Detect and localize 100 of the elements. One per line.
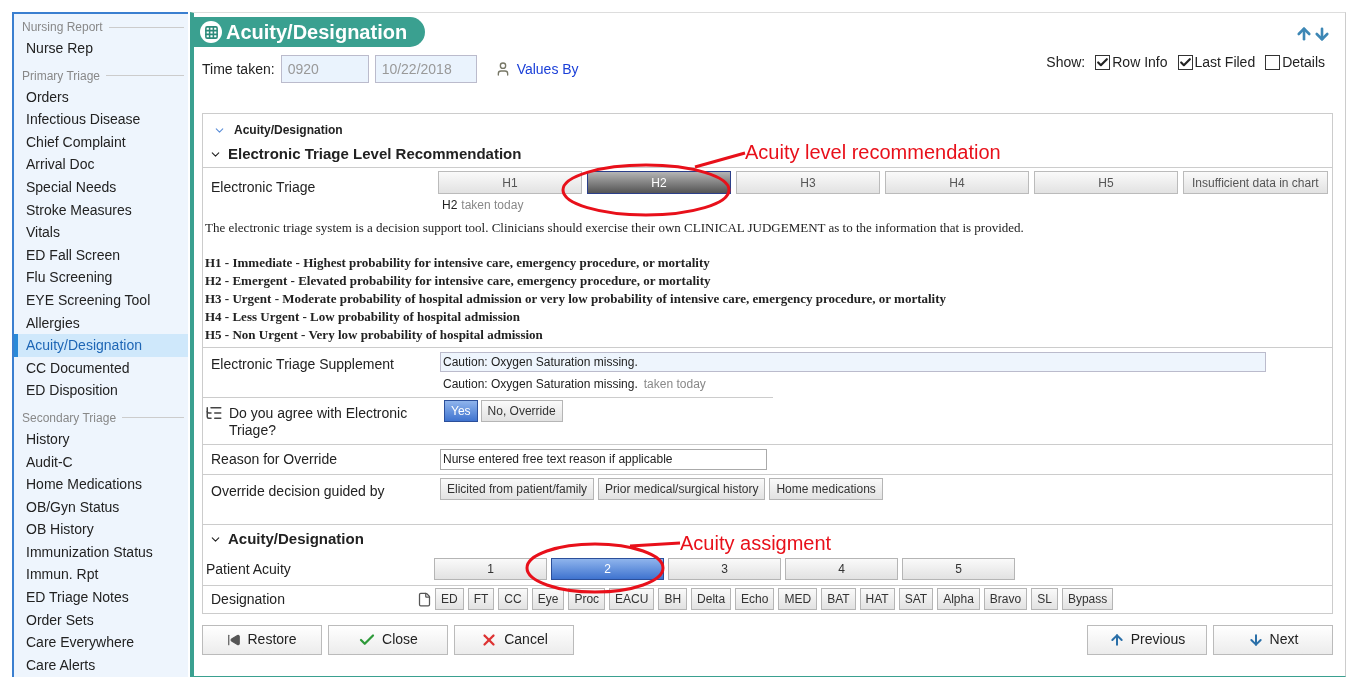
sidebar-item[interactable]: Allergies bbox=[14, 311, 188, 335]
option-button[interactable]: Home medications bbox=[769, 477, 883, 500]
option-button[interactable]: Delta bbox=[691, 588, 732, 610]
result-note: taken today bbox=[461, 197, 524, 214]
reason-field[interactable]: Nurse entered free text reason if applicable bbox=[440, 448, 767, 470]
sidebar-item[interactable]: Order Sets bbox=[14, 608, 188, 632]
triage-level-button[interactable]: H3 bbox=[736, 171, 880, 194]
sidebar-item[interactable]: Chief Complaint bbox=[14, 130, 188, 154]
option-button[interactable]: Alpha bbox=[937, 588, 980, 610]
option-button[interactable]: Elicited from patient/family bbox=[440, 477, 595, 500]
option-button[interactable]: BAT bbox=[821, 588, 856, 610]
option-button[interactable]: 4 bbox=[785, 558, 898, 580]
option-button[interactable]: SL bbox=[1031, 588, 1058, 610]
triage-level-button[interactable]: H1 bbox=[438, 171, 582, 194]
option-button[interactable]: 1 bbox=[434, 558, 547, 580]
sidebar-item[interactable]: Vitals bbox=[14, 221, 188, 244]
checkbox-label: Row Info bbox=[1112, 52, 1168, 72]
footer-button[interactable]: Close bbox=[328, 624, 448, 655]
sidebar-item[interactable]: CC Documented bbox=[14, 356, 188, 380]
arrow-down-icon[interactable] bbox=[1313, 25, 1331, 43]
leader-line bbox=[694, 151, 746, 169]
checkbox-label: Last Filed bbox=[1194, 52, 1256, 72]
option-button[interactable]: ED bbox=[435, 588, 464, 610]
triage-level-description: H3 - Urgent - Moderate probability of hospital admission or very low probability of intensive care, emergency procedure, or mortality bbox=[205, 289, 948, 308]
option-button[interactable]: BH bbox=[658, 588, 688, 610]
sidebar-item[interactable]: Acuity/Designation bbox=[14, 334, 188, 357]
values-by-link[interactable]: Values By bbox=[516, 58, 579, 80]
footer-button[interactable]: Restore bbox=[202, 624, 322, 655]
sidebar-item[interactable]: Nurse Rep bbox=[14, 37, 188, 60]
disclaimer-text: The electronic triage system is a decision support tool. Clinicians should exercise their own CLINICAL JUDGEMENT as to the information that is provided. bbox=[205, 219, 1025, 237]
row-label: Electronic Triage bbox=[211, 178, 317, 197]
sidebar-item[interactable]: Care Alerts bbox=[14, 653, 188, 677]
document-icon[interactable] bbox=[417, 591, 432, 607]
row-label: Reason for Override bbox=[211, 449, 339, 469]
row-label: Patient Acuity bbox=[206, 559, 292, 579]
triage-level-description: H2 - Emergent - Elevated probability for intensive care, emergency procedure, or mortality bbox=[205, 271, 712, 290]
triage-level-button[interactable]: H5 bbox=[1034, 171, 1178, 194]
sidebar-item[interactable]: Infectious Disease bbox=[14, 108, 188, 131]
sidebar-item[interactable]: Home Medications bbox=[14, 473, 188, 496]
option-button[interactable]: CC bbox=[498, 588, 528, 610]
checkbox-label: Details bbox=[1282, 52, 1325, 72]
sidebar-item[interactable]: OB History bbox=[14, 518, 188, 541]
sidebar-item[interactable]: Immunization Status bbox=[14, 540, 188, 564]
sidebar-item[interactable]: Flu Screening bbox=[14, 266, 188, 289]
option-button[interactable]: Eye bbox=[531, 588, 565, 610]
supplement-result: Caution: Oxygen Saturation missing. bbox=[443, 375, 638, 393]
sidebar-item[interactable]: Immun. Rpt bbox=[14, 563, 188, 587]
option-button[interactable]: 3 bbox=[668, 558, 781, 580]
triage-level-description: H1 - Immediate - Highest probability for intensive care, emergency procedure, or mortality bbox=[205, 253, 711, 272]
sidebar-item[interactable]: EYE Screening Tool bbox=[14, 288, 188, 312]
footer-button[interactable]: Previous bbox=[1087, 624, 1207, 655]
time-taken-label: Time taken: bbox=[202, 59, 275, 79]
option-button[interactable]: Bravo bbox=[983, 588, 1028, 610]
checkbox[interactable] bbox=[1177, 54, 1193, 70]
sidebar-item[interactable]: ED Triage Notes bbox=[14, 586, 188, 609]
sidebar-item[interactable]: Care Everywhere bbox=[14, 631, 188, 654]
section-heading: Electronic Triage Level Recommendation bbox=[228, 144, 522, 165]
option-button[interactable]: EACU bbox=[609, 588, 655, 610]
result-value: H2 bbox=[442, 197, 458, 214]
result-note: taken today bbox=[643, 375, 706, 393]
sidebar-item[interactable]: ED Disposition bbox=[14, 379, 188, 402]
triage-level-button[interactable]: Insufficient data in chart bbox=[1183, 171, 1328, 194]
annotation-text: Acuity assigment bbox=[680, 531, 832, 556]
supplement-field[interactable]: Caution: Oxygen Saturation missing. bbox=[440, 351, 1266, 372]
sidebar-item[interactable]: OB/Gyn Status bbox=[14, 495, 188, 519]
footer-button[interactable]: Next bbox=[1213, 624, 1333, 655]
row-label: Do you agree with Electronic Triage? bbox=[229, 403, 409, 440]
annotation-text: Acuity level recommendation bbox=[745, 140, 1001, 165]
table-icon bbox=[200, 21, 222, 43]
sidebar-item[interactable]: Orders bbox=[14, 85, 188, 109]
option-button[interactable]: Echo bbox=[735, 588, 775, 610]
header-title: Acuity/Designation bbox=[226, 20, 408, 45]
footer-button[interactable]: Cancel bbox=[454, 624, 574, 655]
sidebar-item[interactable]: Stroke Measures bbox=[14, 198, 188, 222]
checkbox[interactable] bbox=[1095, 54, 1111, 70]
show-label: Show: bbox=[1046, 52, 1086, 72]
skip-back-icon bbox=[227, 632, 242, 647]
option-button[interactable]: HAT bbox=[859, 588, 895, 610]
option-button[interactable]: 5 bbox=[902, 558, 1015, 580]
sidebar-section-title: Nursing Report bbox=[22, 19, 103, 36]
section-heading: Acuity/Designation bbox=[228, 528, 364, 549]
sidebar-item[interactable]: Arrival Doc bbox=[14, 153, 188, 176]
leader-line bbox=[629, 541, 681, 548]
sidebar-item[interactable]: Special Needs bbox=[14, 175, 188, 199]
section-title: Acuity/Designation bbox=[234, 122, 343, 139]
option-button[interactable]: SAT bbox=[898, 588, 934, 610]
row-label: Designation bbox=[211, 589, 286, 609]
sidebar-item[interactable]: History bbox=[14, 427, 188, 451]
sidebar-section-title: Primary Triage bbox=[22, 67, 101, 85]
sidebar-item[interactable]: Audit-C bbox=[14, 450, 188, 474]
option-button[interactable]: MED bbox=[778, 588, 818, 610]
row-label: Electronic Triage Supplement bbox=[211, 354, 395, 374]
triage-level-button[interactable]: H2 bbox=[587, 171, 731, 194]
option-button[interactable]: No, Override bbox=[480, 399, 563, 422]
checkbox[interactable] bbox=[1265, 54, 1281, 70]
triage-level-button[interactable]: H4 bbox=[885, 171, 1029, 194]
option-button[interactable]: Prior medical/surgical history bbox=[598, 477, 766, 500]
option-button[interactable]: FT bbox=[467, 588, 495, 610]
sidebar-item[interactable]: ED Fall Screen bbox=[14, 243, 188, 267]
option-button[interactable]: Bypass bbox=[1061, 588, 1114, 610]
